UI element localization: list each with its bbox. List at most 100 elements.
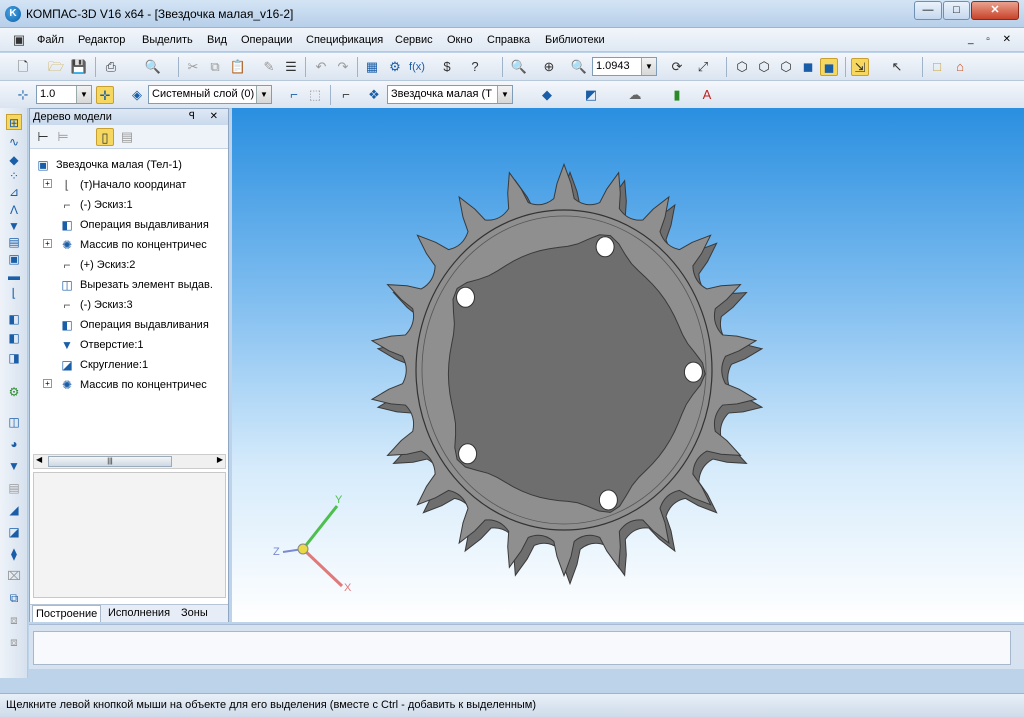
cut-icon[interactable]: ✂ [184, 58, 202, 76]
menu-service[interactable]: Сервис [395, 34, 433, 46]
geometry-icon[interactable]: ⊞ [6, 114, 22, 130]
expand-icon[interactable]: + [43, 379, 52, 388]
chevron-down-icon[interactable]: ▼ [497, 86, 512, 103]
close-button[interactable]: ✕ [971, 1, 1019, 20]
orient-icon[interactable]: ⬚ [306, 86, 324, 104]
dimensions-icon[interactable]: Ʌ [6, 202, 22, 218]
model-viewport[interactable]: Y X Z [232, 108, 1024, 622]
tree-item[interactable]: ⌐ (-) Эскиз:3 [60, 295, 132, 315]
menu-help[interactable]: Справка [487, 34, 530, 46]
undo-icon[interactable]: ↶ [312, 58, 330, 76]
layer-combo[interactable]: Системный слой (0) ▼ [148, 85, 272, 104]
menu-specification[interactable]: Спецификация [306, 34, 383, 46]
kompas-logo-icon[interactable]: K [5, 6, 21, 22]
hidden-lines-icon[interactable]: ⬡ [755, 58, 773, 76]
elements-icon[interactable]: ▬ [6, 268, 22, 284]
revolve-icon[interactable]: ◕ [6, 436, 22, 452]
tree-item[interactable]: ✺ Массив по концентричес [60, 375, 207, 395]
split-icon[interactable]: ⧉ [6, 590, 22, 606]
tree-item[interactable]: ◫ Вырезать элемент выдав. [60, 275, 213, 295]
sketch-mode-icon[interactable]: ⌐ [337, 86, 355, 104]
halftone-edges-icon[interactable]: ◼ [820, 58, 838, 76]
properties-icon[interactable]: ☰ [282, 58, 300, 76]
part-icon[interactable]: ❖ [365, 86, 383, 104]
copy-icon[interactable]: ⧉ [206, 58, 224, 76]
tree-item[interactable]: ◧ Операция выдавливания [60, 315, 208, 335]
viewport-canvas[interactable]: Y X Z [232, 108, 1024, 622]
halftone-icon[interactable]: ◼ [799, 58, 817, 76]
redo-icon[interactable]: ↷ [334, 58, 352, 76]
new-document-icon[interactable]: 🗋 [14, 58, 32, 76]
tree-structure-icon[interactable]: ⊢ [34, 128, 52, 146]
coordinate-system-icon[interactable]: ⌐ [285, 86, 303, 104]
sprocket-model[interactable] [370, 162, 764, 586]
orientation-icon[interactable]: ⤢ [694, 58, 712, 76]
manager-icon[interactable]: ▦ [363, 58, 381, 76]
wireframe-icon[interactable]: ⬡ [733, 58, 751, 76]
auxiliary-geometry-icon[interactable]: ⊿ [6, 184, 22, 200]
scroll-left-icon[interactable]: ◀ [36, 455, 42, 464]
panel-pin-close-buttons[interactable]: ꟼ ✕ [189, 109, 224, 125]
measure-tool-icon[interactable]: ◫ [6, 414, 22, 430]
expand-icon[interactable]: + [43, 179, 52, 188]
hole-tool-icon[interactable]: ▼ [6, 458, 22, 474]
tab-zones[interactable]: Зоны [181, 607, 208, 619]
menu-view[interactable]: Вид [207, 34, 227, 46]
tree-item[interactable]: ◧ Операция выдавливания [60, 215, 208, 235]
menu-select[interactable]: Выделить [142, 34, 193, 46]
tree-item[interactable]: ✺ Массив по концентричес [60, 235, 207, 255]
filter-select-icon[interactable]: ⇲ [851, 58, 869, 76]
weld-icon[interactable]: ⧈ [6, 612, 22, 628]
scroll-thumb[interactable]: ||| [48, 456, 172, 467]
pointer-icon[interactable]: ↖ [888, 58, 906, 76]
chamfer-icon[interactable]: ◪ [6, 524, 22, 540]
show-sequence-icon[interactable]: ▤ [118, 128, 136, 146]
print-preview-icon[interactable]: 🔍 [144, 58, 162, 76]
show-structure-icon[interactable]: ▯ [96, 128, 114, 146]
thin-hidden-icon[interactable]: ⬡ [777, 58, 795, 76]
tree-horizontal-scrollbar[interactable]: ◀ ||| ▶ [33, 454, 226, 469]
chevron-down-icon[interactable]: ▼ [76, 86, 91, 103]
tree-item[interactable]: ⌐ (+) Эскиз:2 [60, 255, 135, 275]
layer-icon[interactable]: ◈ [128, 86, 146, 104]
tree-item[interactable]: ⌐ (-) Эскиз:1 [60, 195, 132, 215]
spec-icon[interactable]: ▤ [6, 234, 22, 250]
tab-construction[interactable]: Построение [32, 605, 102, 622]
tree-filter-icon[interactable]: ⊨ [54, 128, 72, 146]
measure-icon[interactable]: $ [438, 58, 456, 76]
thread-icon[interactable]: ▤ [6, 480, 22, 496]
color-icon[interactable]: ◆ [538, 86, 556, 104]
misc-tool-icon[interactable]: ⧈ [6, 634, 22, 650]
filter-icon[interactable]: ▼ [6, 218, 22, 234]
zoom-icon[interactable]: 🔍 [570, 58, 588, 76]
format-painter-icon[interactable]: ✎ [260, 58, 278, 76]
tree-item[interactable]: ⌊ (т)Начало координат [60, 175, 187, 195]
chevron-down-icon[interactable]: ▼ [256, 86, 271, 103]
variables-icon[interactable]: f(x) [408, 58, 426, 76]
library-manager-icon[interactable]: ⚙ [386, 58, 404, 76]
zoom-in-icon[interactable]: ⊕ [540, 58, 558, 76]
menu-libraries[interactable]: Библиотеки [545, 34, 605, 46]
part-combo[interactable]: Звездочка малая (Т ▼ [387, 85, 513, 104]
rotate-icon[interactable]: ⟳ [668, 58, 686, 76]
shell-tool-icon[interactable]: ◨ [6, 350, 22, 366]
cursor-step-combo[interactable]: 1.0 ▼ [36, 85, 92, 104]
menu-file[interactable]: Файл [37, 34, 64, 46]
minimize-button[interactable]: — [914, 1, 942, 20]
help-pointer-icon[interactable]: ? [466, 58, 484, 76]
tree-item[interactable]: ▼ Отверстие:1 [60, 335, 143, 355]
expand-icon[interactable]: + [43, 239, 52, 248]
save-icon[interactable]: 💾 [70, 58, 88, 76]
mdi-controls[interactable]: _ ▫ ✕ [968, 34, 1016, 45]
zoom-window-icon[interactable]: 🔍 [510, 58, 528, 76]
snap-icon[interactable]: ✛ [96, 86, 114, 104]
open-folder-icon[interactable]: 🗁 [47, 58, 65, 76]
bend-icon[interactable]: ⌊ [6, 285, 22, 301]
snap-grid-icon[interactable]: ⊹ [14, 86, 32, 104]
assembly-icon[interactable]: ⚙ [6, 384, 22, 400]
chevron-down-icon[interactable]: ▼ [641, 58, 656, 75]
annotation-icon[interactable]: A [698, 86, 716, 104]
paste-icon[interactable]: 📋 [229, 58, 247, 76]
light-icon[interactable]: ☁ [626, 86, 644, 104]
section-icon[interactable]: ▮ [668, 86, 686, 104]
